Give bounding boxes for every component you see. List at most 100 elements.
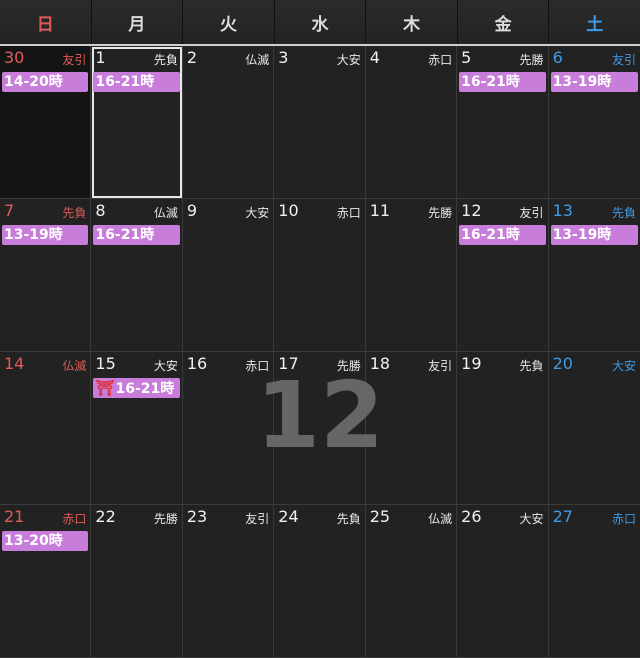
day-cell[interactable]: 11 先勝 [365,199,458,352]
rokuyo-label: 友引 [519,206,544,220]
event-time: 13-19時 [4,227,63,243]
event-chip[interactable]: 13-19時 [550,225,638,245]
day-number: 12 [461,201,482,220]
event-chip[interactable]: 16-21時 [93,225,180,245]
rokuyo-label: 先負 [336,512,361,526]
day-number: 20 [552,354,573,373]
weekday-fri: 金 [457,0,550,44]
rokuyo-label: 先勝 [519,53,544,67]
day-cell[interactable]: 16 赤口 [182,352,275,505]
day-cell[interactable]: 25 仏滅 [365,505,458,658]
rokuyo-label: 先負 [611,206,636,220]
day-cell[interactable]: 26 大安 [457,505,549,658]
rokuyo-label: 仏滅 [245,53,270,67]
day-number: 10 [278,201,299,220]
event-chip[interactable]: 14-20時 [2,72,89,92]
day-cell[interactable]: 19 先負 [457,352,549,505]
day-cell[interactable]: 17 先勝 [274,352,366,505]
day-cell[interactable]: 7 先負 13-19時 [0,199,92,352]
event-chip[interactable]: 13-19時 [2,225,89,245]
rokuyo-label: 大安 [336,53,361,67]
rokuyo-label: 大安 [245,206,270,220]
rokuyo-label: 大安 [153,359,178,373]
day-number: 13 [552,201,573,220]
day-cell[interactable]: 22 先勝 [91,505,183,658]
day-cell[interactable]: 24 先負 [274,505,366,658]
weekday-sun: 日 [0,0,92,44]
rokuyo-label: 仏滅 [428,512,453,526]
day-cell[interactable]: 23 友引 [182,505,275,658]
weekday-tue: 火 [183,0,275,44]
rokuyo-label: 友引 [245,512,270,526]
day-number: 23 [186,507,208,526]
rokuyo-label: 大安 [519,512,544,526]
day-cell[interactable]: 4 赤口 [365,46,458,199]
day-number: 18 [369,354,391,373]
day-cell[interactable]: 1 先負 16-21時 [91,46,183,199]
day-cell[interactable]: 27 赤口 [548,505,640,658]
rokuyo-label: 先勝 [336,359,361,373]
day-cell[interactable]: 13 先負 13-19時 [548,199,640,352]
weekday-sat: 土 [549,0,640,44]
day-number: 6 [552,48,563,67]
event-time: 13-19時 [552,74,612,90]
rokuyo-label: 仏滅 [153,206,178,220]
event-chip[interactable]: 16-21時 [459,72,546,92]
event-chip[interactable]: 13-19時 [550,72,638,92]
rokuyo-label: 先負 [153,53,178,67]
day-cell[interactable]: 21 赤口 13-20時 [0,505,92,658]
day-cell[interactable]: 10 赤口 [274,199,366,352]
day-cell[interactable]: 3 大安 [274,46,366,199]
torii-icon: ⛩ [95,379,115,397]
event-chip[interactable]: 16-21時 [459,225,546,245]
rokuyo-label: 友引 [428,359,453,373]
day-number: 7 [4,201,15,220]
day-number: 19 [461,354,482,373]
day-number: 21 [4,507,25,526]
day-number: 9 [186,201,198,220]
day-cell[interactable]: 6 友引 13-19時 [548,46,640,199]
day-cell[interactable]: 30 友引 14-20時 [0,46,92,199]
rokuyo-label: 先勝 [153,512,178,526]
rokuyo-label: 先勝 [428,206,453,220]
rokuyo-label: 友引 [62,53,87,67]
day-cell[interactable]: 9 大安 [182,199,275,352]
day-number: 14 [4,354,25,373]
day-cell[interactable]: 12 友引 16-21時 [457,199,549,352]
day-number: 22 [95,507,116,526]
day-cell[interactable]: 8 仏滅 16-21時 [91,199,183,352]
rokuyo-label: 仏滅 [62,359,87,373]
calendar-grid: 30 友引 14-20時 1 先負 16-21時 2 仏滅 3 大安 4 赤口 5 先勝 16-21時 6 友引… [0,44,640,658]
rokuyo-label: 赤口 [428,53,453,67]
event-time: 16-21時 [461,74,520,90]
rokuyo-label: 赤口 [336,206,361,220]
event-time: 16-21時 [461,227,520,243]
event-chip[interactable]: ⛩16-21時 [93,378,180,398]
rokuyo-label: 大安 [611,359,636,373]
event-chip[interactable]: 16-21時 [93,72,180,92]
day-number: 4 [369,48,380,67]
day-number: 27 [552,507,573,526]
day-cell[interactable]: 5 先勝 16-21時 [457,46,549,199]
day-number: 17 [278,354,299,373]
event-chip[interactable]: 13-20時 [2,531,89,551]
rokuyo-label: 先負 [519,359,544,373]
day-cell[interactable]: 15 大安 ⛩16-21時 [91,352,183,505]
rokuyo-label: 赤口 [245,359,270,373]
day-number: 1 [95,48,106,67]
day-number: 2 [186,48,198,67]
day-number: 24 [278,507,299,526]
day-cell[interactable]: 20 大安 [548,352,640,505]
weekday-thu: 木 [366,0,458,44]
day-number: 8 [95,201,106,220]
event-time: 16-21時 [95,227,155,243]
event-time: 16-21時 [95,74,155,90]
day-cell[interactable]: 18 友引 [365,352,458,505]
day-cell[interactable]: 14 仏滅 [0,352,92,505]
event-time: 13-20時 [4,533,63,549]
rokuyo-label: 赤口 [611,512,636,526]
rokuyo-label: 先負 [62,206,87,220]
day-number: 16 [186,354,208,373]
day-number: 15 [95,354,116,373]
day-cell[interactable]: 2 仏滅 [182,46,275,199]
